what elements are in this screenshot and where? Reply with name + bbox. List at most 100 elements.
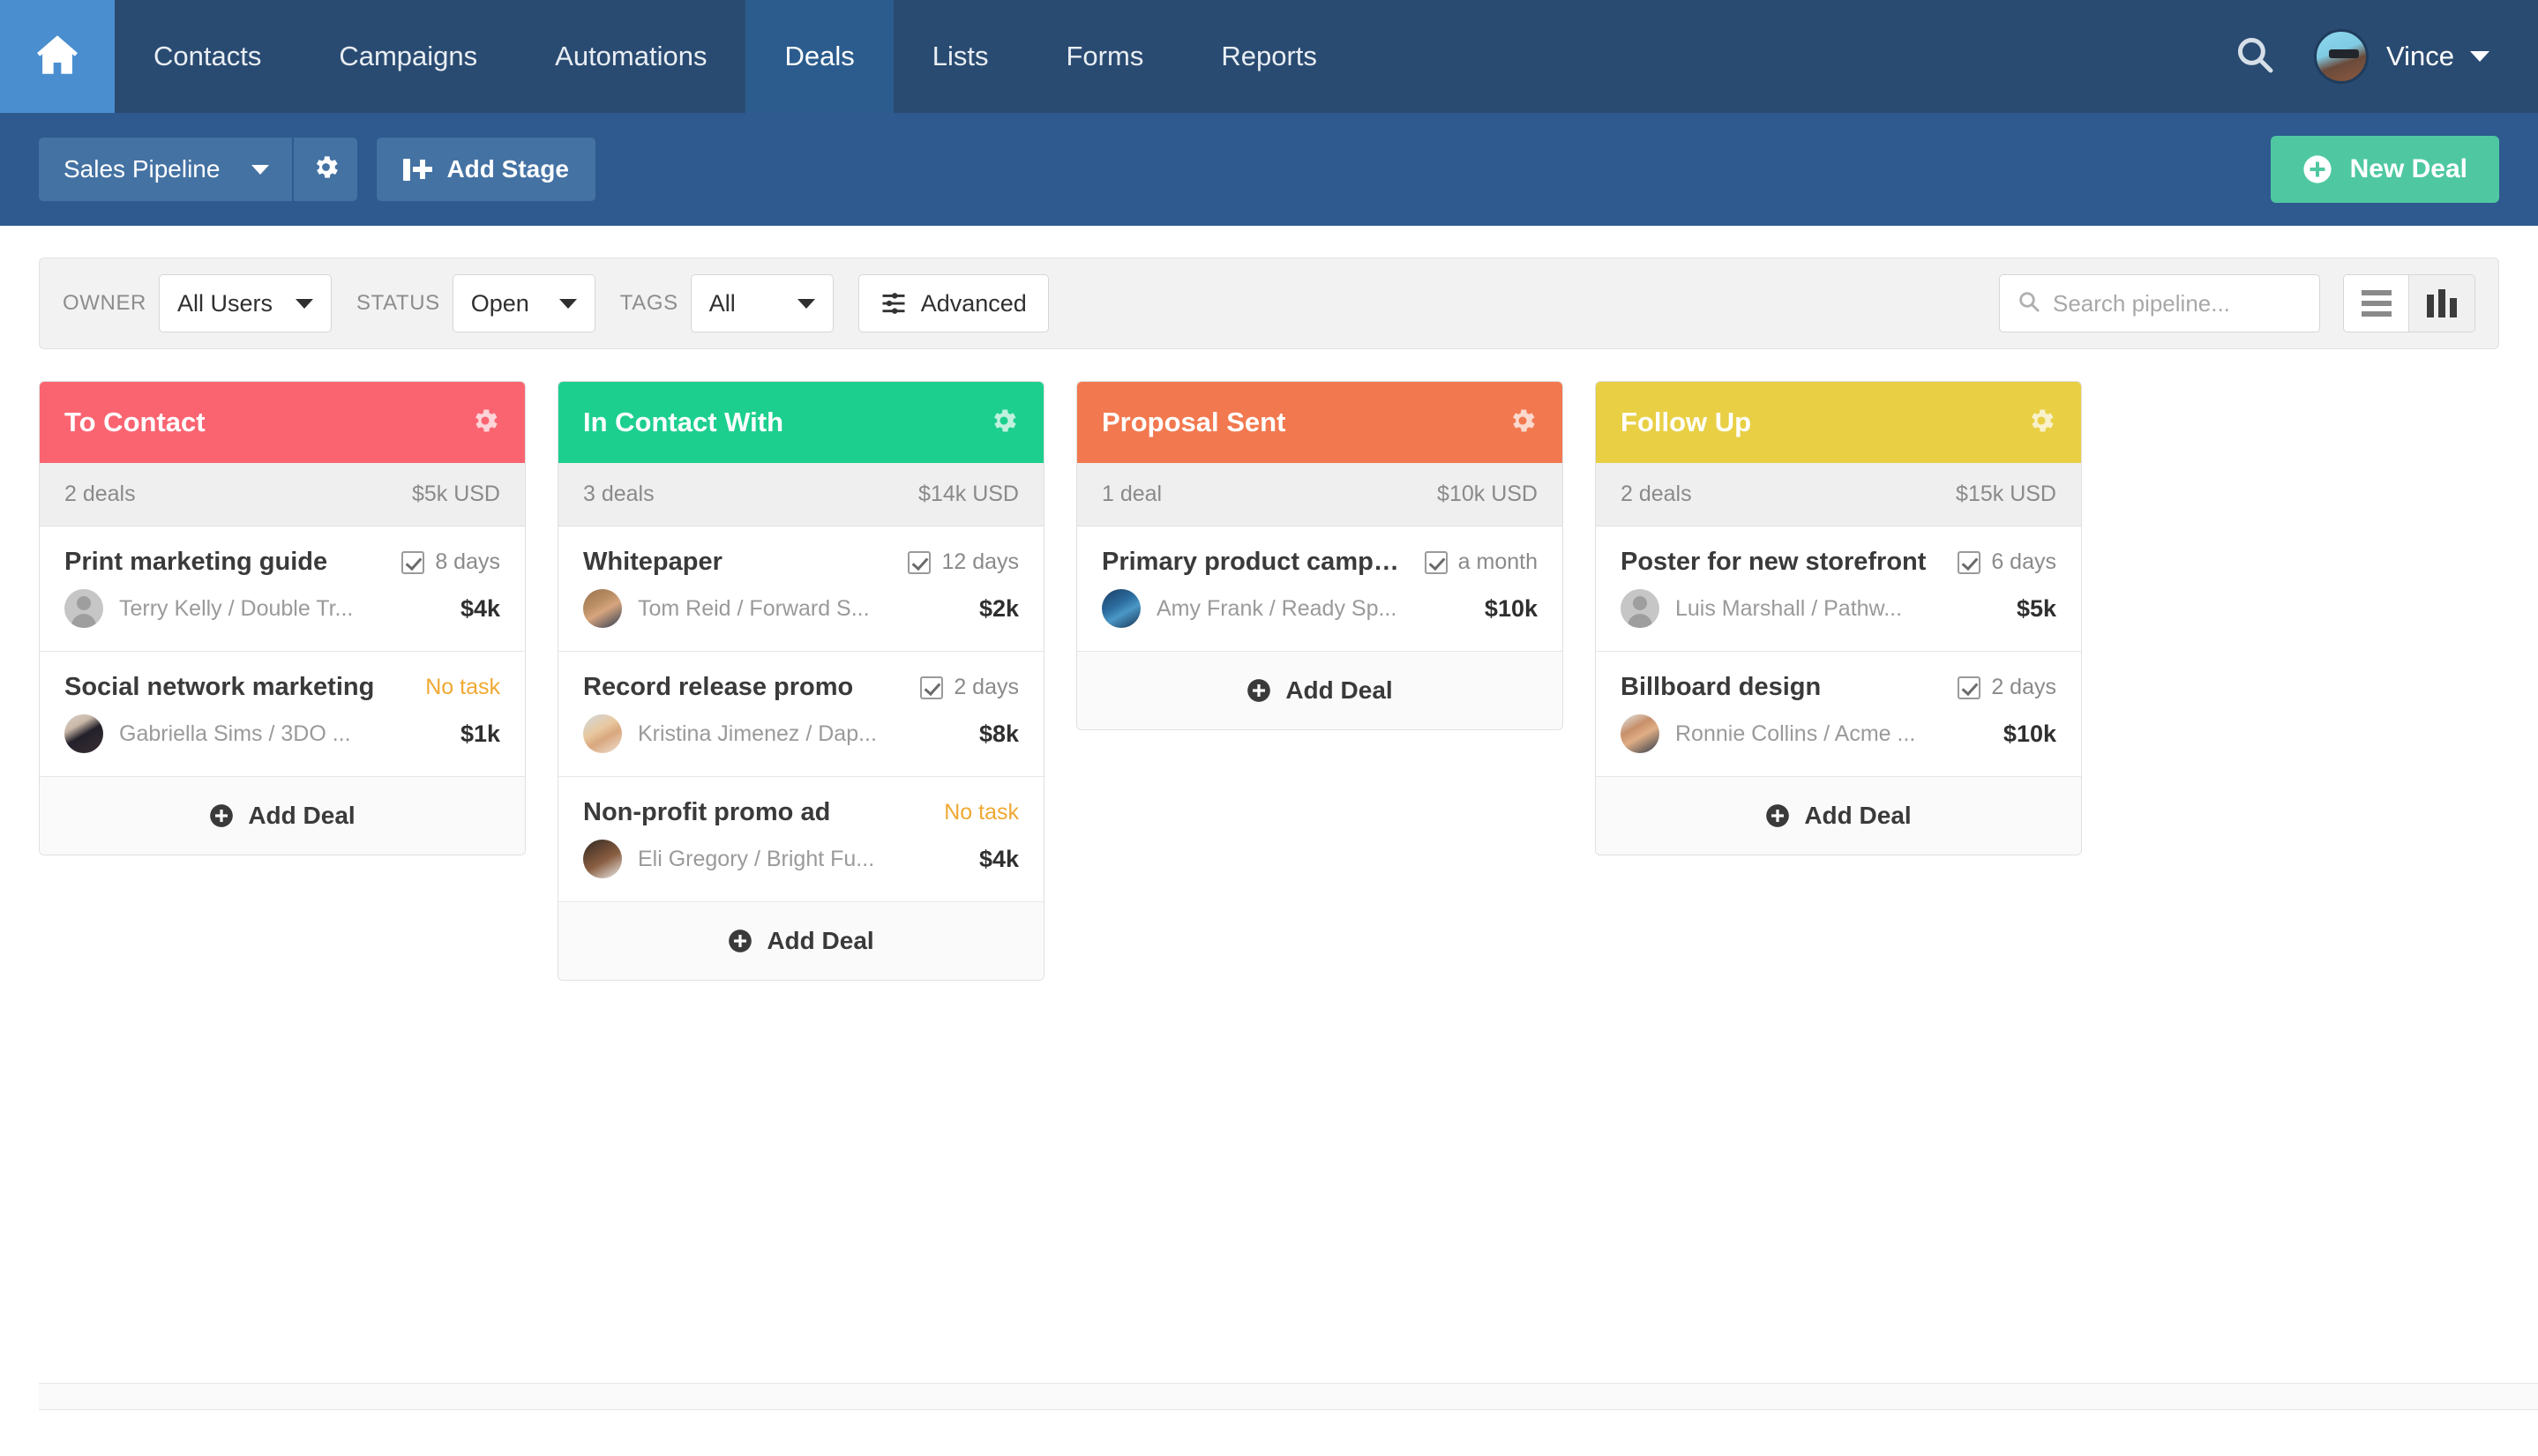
filter-bar-right (1999, 274, 2475, 332)
chevron-down-icon (251, 165, 269, 175)
deal-title: Social network marketing (64, 673, 374, 702)
nav-item-contacts[interactable]: Contacts (115, 0, 300, 113)
user-name: Vince (2386, 41, 2454, 72)
stage-total-value: $10k USD (1437, 482, 1538, 507)
add-deal-button[interactable]: Add Deal (1596, 777, 2081, 855)
deal-value: $8k (965, 721, 1019, 748)
deal-task-label: 2 days (954, 675, 1019, 700)
plus-circle-icon (2302, 154, 2332, 184)
deal-card-bottom-row: Ronnie Collins / Acme ...$10k (1621, 714, 2056, 753)
deal-card-top-row: Record release promo2 days (583, 673, 1019, 702)
deal-title: Print marketing guide (64, 548, 327, 577)
deal-value: $10k (1471, 595, 1538, 623)
search-input[interactable] (2053, 290, 2302, 317)
stage-settings-button[interactable] (1508, 406, 1538, 440)
deal-card[interactable]: Billboard design2 days Ronnie Collins / A… (1596, 652, 2081, 777)
global-search-button[interactable] (2215, 17, 2295, 96)
pipeline-search[interactable] (1999, 274, 2320, 332)
deal-card-top-row: Social network marketing No task (64, 673, 500, 702)
nav-item-label: Lists (932, 41, 989, 72)
add-deal-button[interactable]: Add Deal (558, 902, 1044, 980)
nav-item-label: Deals (784, 41, 854, 72)
stage-header: To Contact (40, 382, 525, 463)
plus-circle-icon (209, 803, 234, 828)
pipeline-selector[interactable]: Sales Pipeline (39, 138, 294, 201)
deal-task-label: 12 days (941, 549, 1019, 575)
stage-settings-button[interactable] (989, 406, 1019, 440)
deal-task-status: a month (1412, 549, 1538, 575)
deal-title: Non-profit promo ad (583, 798, 830, 827)
tags-filter-label: TAGS (620, 291, 678, 316)
stage-settings-button[interactable] (2026, 406, 2056, 440)
task-checkbox-icon (1958, 551, 1980, 574)
deal-value: $5k (2003, 595, 2056, 623)
deal-card[interactable]: Print marketing guide8 daysTerry Kelly /… (40, 526, 525, 652)
stage-summary: 3 deals$14k USD (558, 463, 1044, 526)
deal-title: Billboard design (1621, 673, 1821, 702)
deal-card[interactable]: Non-profit promo adNo taskEli Gregory / … (558, 777, 1044, 902)
kanban-view-button[interactable] (2409, 275, 2474, 332)
deal-card[interactable]: Record release promo2 days Kristina Jimen… (558, 652, 1044, 777)
nav-item-reports[interactable]: Reports (1182, 0, 1356, 113)
task-checkbox-icon (1958, 676, 1980, 699)
deal-card-bottom-row: Amy Frank / Ready Sp...$10k (1102, 589, 1538, 628)
nav-right-cluster: Vince (2215, 0, 2538, 113)
chevron-down-icon (797, 299, 815, 309)
search-icon (2235, 34, 2275, 79)
deal-task-status: No task (413, 675, 500, 700)
nav-item-deals[interactable]: Deals (745, 0, 893, 113)
deal-card-bottom-row: Luis Marshall / Pathw...$5k (1621, 589, 2056, 628)
pipeline-settings-button[interactable] (294, 138, 357, 201)
deal-task-label: No task (425, 675, 500, 700)
stage-total-value: $14k USD (918, 482, 1019, 507)
nav-item-forms[interactable]: Forms (1028, 0, 1183, 113)
deal-contact: Kristina Jimenez / Dap... (638, 721, 877, 747)
deal-value: $4k (446, 595, 500, 623)
stage-title: To Contact (64, 407, 206, 438)
status-filter-select[interactable]: Open (453, 274, 595, 332)
nav-item-automations[interactable]: Automations (516, 0, 745, 113)
deal-value: $10k (1989, 721, 2056, 748)
nav-item-campaigns[interactable]: Campaigns (300, 0, 516, 113)
add-deal-button[interactable]: Add Deal (40, 777, 525, 855)
nav-item-lists[interactable]: Lists (894, 0, 1028, 113)
contact-avatar (1102, 589, 1141, 628)
stage-settings-button[interactable] (470, 406, 500, 440)
user-menu[interactable]: Vince (2314, 29, 2489, 84)
deal-task-status: 6 days (1945, 549, 2056, 575)
list-view-button[interactable] (2344, 275, 2409, 332)
chevron-down-icon (2470, 51, 2489, 62)
owner-filter-select[interactable]: All Users (159, 274, 332, 332)
deal-card[interactable]: Social network marketingNo taskGabriella… (40, 652, 525, 777)
add-stage-button[interactable]: Add Stage (377, 138, 595, 201)
advanced-filter-button[interactable]: Advanced (858, 274, 1049, 332)
stage-summary: 2 deals$5k USD (40, 463, 525, 526)
deal-card-bottom-row: Kristina Jimenez / Dap... $8k (583, 714, 1019, 753)
add-deal-label: Add Deal (1285, 676, 1392, 705)
home-icon (32, 29, 83, 85)
deal-task-status: No task (932, 800, 1019, 825)
home-button[interactable] (0, 0, 115, 113)
deal-card-top-row: Billboard design2 days (1621, 673, 2056, 702)
task-checkbox-icon (1425, 551, 1448, 574)
kanban-stage: Follow Up2 deals$15k USDPoster for new s… (1595, 381, 2082, 855)
contact-avatar (64, 589, 103, 628)
contact-avatar (583, 589, 622, 628)
stage-deal-count: 2 deals (1621, 482, 1692, 507)
app-root: ContactsCampaignsAutomations Deals Lists Fo… (0, 0, 2538, 1456)
deal-card[interactable]: Primary product campaigna monthAmy Frank… (1077, 526, 1562, 652)
search-icon (2018, 290, 2040, 317)
deal-task-label: No task (944, 800, 1019, 825)
stage-title: Proposal Sent (1102, 407, 1285, 438)
view-toggle-group (2343, 274, 2475, 332)
add-stage-label: Add Stage (446, 155, 568, 183)
new-deal-button[interactable]: New Deal (2271, 136, 2499, 203)
deal-card[interactable]: Whitepaper12 daysTom Reid / Forward S...… (558, 526, 1044, 652)
kanban-stage: Proposal Sent1 deal$10k USDPrimary produ… (1076, 381, 1563, 730)
add-deal-button[interactable]: Add Deal (1077, 652, 1562, 729)
deal-value: $1k (446, 721, 500, 748)
top-navigation-bar: ContactsCampaignsAutomations Deals Lists Fo… (0, 0, 2538, 113)
deal-card[interactable]: Poster for new storefront6 daysLuis Mars… (1596, 526, 2081, 652)
owner-filter-value: All Users (177, 290, 273, 317)
tags-filter-select[interactable]: All (691, 274, 834, 332)
